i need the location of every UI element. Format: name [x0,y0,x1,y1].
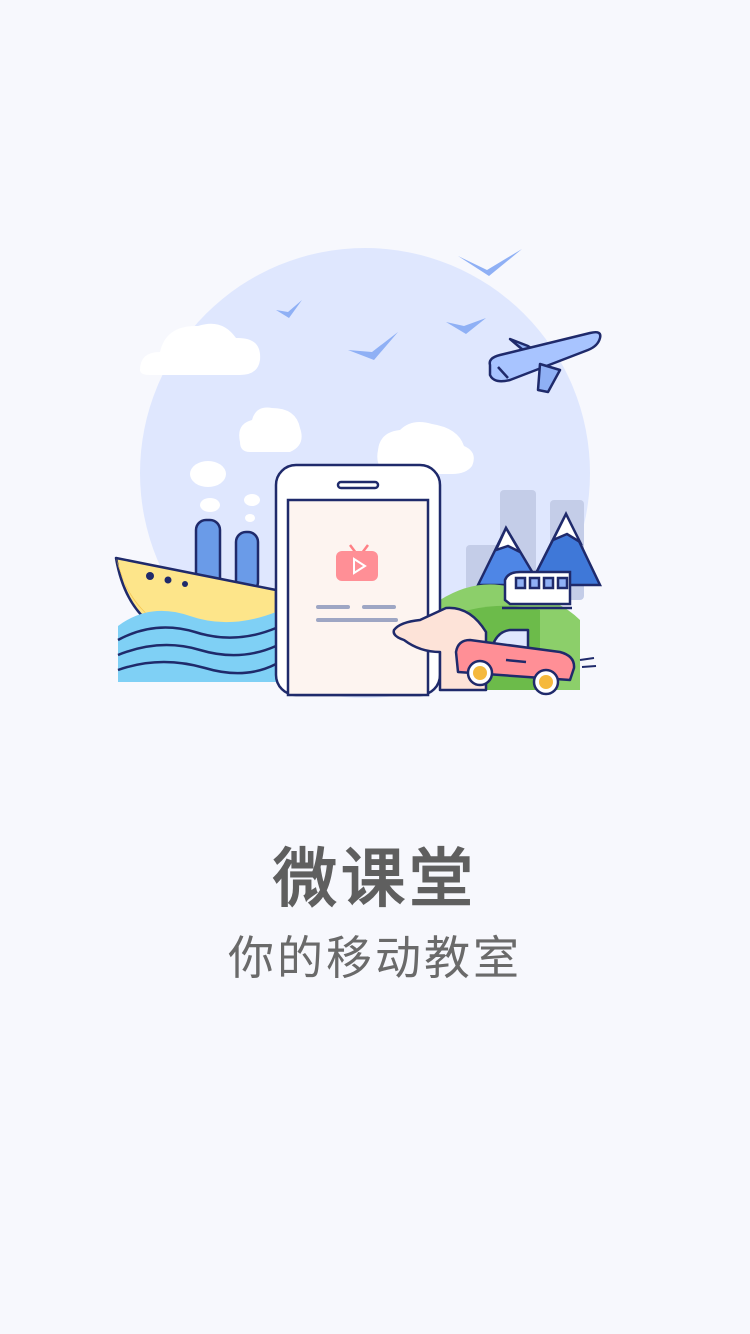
train-icon [502,570,572,610]
app-subtitle: 你的移动教室 [228,931,522,985]
app-title: 微课堂 [273,843,477,917]
splash-illustration [114,248,602,698]
wave-icon [117,610,277,682]
splash-screen: 微课堂 你的移动教室 [0,0,750,1334]
